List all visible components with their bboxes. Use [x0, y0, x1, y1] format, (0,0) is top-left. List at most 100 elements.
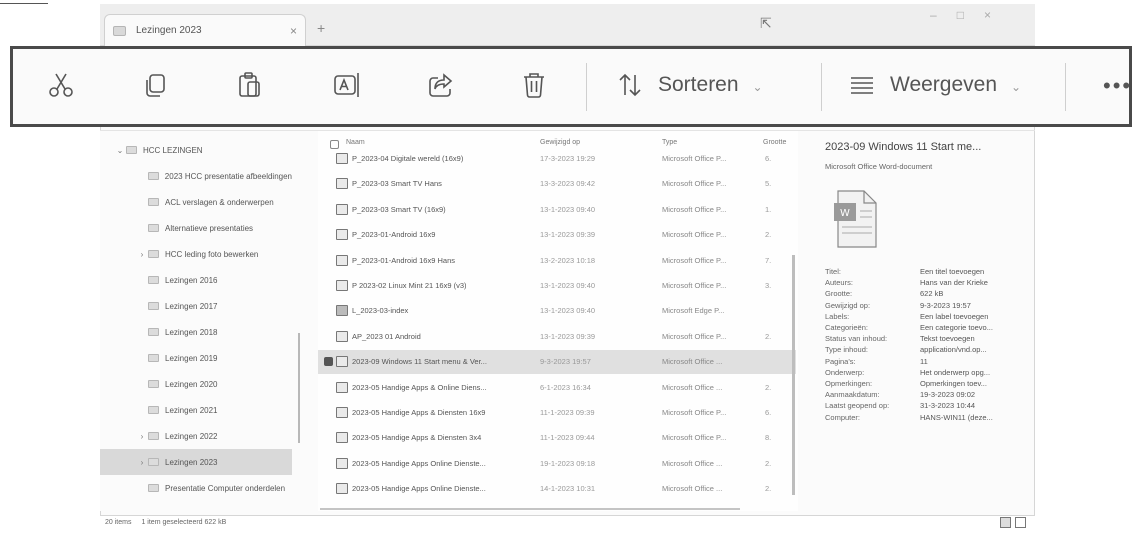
file-name: AP_2023 01 Android [352, 331, 421, 341]
nav-item[interactable]: Lezingen 2017 [100, 293, 292, 319]
minimize-button[interactable]: – [930, 8, 937, 22]
property-value[interactable]: Het onderwerp opg... [920, 368, 990, 377]
property-row: Grootte: 622 kB [825, 289, 1035, 300]
file-type: Microsoft Office ... [662, 382, 723, 392]
nav-item[interactable]: Lezingen 2019 [100, 345, 292, 371]
tiles-view-button[interactable] [1015, 517, 1026, 528]
nav-item[interactable]: Alternatieve presentaties [100, 215, 292, 241]
property-value[interactable]: 11 [920, 357, 928, 366]
property-value[interactable]: Hans van der Krieke [920, 278, 988, 287]
column-date[interactable]: Gewijzigd op [540, 139, 580, 146]
file-type: Microsoft Office ... [662, 484, 723, 494]
property-value[interactable]: 19-3-2023 09:02 [920, 390, 975, 399]
property-value[interactable]: Een label toevoegen [920, 312, 988, 321]
details-view-button[interactable] [1000, 517, 1011, 528]
file-type: Microsoft Office P... [662, 179, 727, 189]
paste-button[interactable] [232, 67, 268, 103]
nav-item[interactable]: Lezingen 2021 [100, 397, 292, 423]
nav-item-label: Lezingen 2019 [165, 353, 218, 363]
tab-lezingen-2023[interactable]: Lezingen 2023 × [104, 14, 306, 46]
sort-label: Sorteren [658, 73, 739, 96]
property-value[interactable]: 9-3-2023 19:57 [920, 301, 971, 310]
expand-chevron-icon[interactable]: › [136, 250, 148, 259]
file-row[interactable]: P_2023-01-Android 16x9 Hans 13-2-2023 10:… [318, 249, 796, 273]
file-size: 2. [765, 331, 772, 341]
property-label: Auteurs: [825, 278, 853, 288]
expand-chevron-icon[interactable]: › [136, 458, 148, 467]
property-value[interactable]: 31-3-2023 10:44 [920, 401, 975, 410]
maximize-button[interactable]: □ [957, 8, 964, 22]
nav-item[interactable]: › HCC leding foto bewerken [100, 241, 292, 267]
horizontal-scrollbar[interactable] [320, 508, 740, 510]
file-row[interactable]: 2023-05 Handige Apps & Online Diens... 6-… [318, 376, 796, 400]
file-type: Microsoft Edge P... [662, 306, 725, 316]
property-value[interactable]: Opmerkingen toev... [920, 379, 987, 388]
office-file-icon [336, 381, 348, 393]
file-row[interactable]: 2023-09 Windows 11 Start menu & Ver... 9-… [318, 350, 796, 375]
property-value[interactable]: application/vnd.op... [920, 345, 987, 354]
file-name: P_2023-01-Android 16x9 Hans [352, 255, 455, 265]
file-name: P_2023-03 Smart TV (16x9) [352, 204, 446, 214]
property-value[interactable]: Een categorie toevo... [920, 323, 993, 332]
property-label: Pagina's: [825, 356, 856, 366]
nav-item[interactable]: › Lezingen 2022 [100, 423, 292, 449]
copy-button[interactable] [137, 67, 173, 103]
nav-item[interactable]: ACL verslagen & onderwerpen [100, 189, 292, 215]
details-pane: 2023-09 Windows 11 Start me... Microsoft… [810, 131, 1030, 511]
column-type[interactable]: Type [662, 139, 677, 146]
tab-close-icon[interactable]: × [290, 24, 297, 38]
window-controls: – □ × [930, 8, 991, 22]
file-size: 6. [765, 408, 772, 417]
property-row: Aanmaakdatum: 19-3-2023 09:02 [825, 390, 1035, 401]
file-row[interactable]: 2023-05 Handige Apps Online Dienste... 14… [318, 477, 796, 501]
folder-icon [148, 302, 159, 310]
more-options-button[interactable]: ••• [1103, 73, 1132, 99]
property-value[interactable]: 622 kB [920, 289, 943, 298]
view-menu-button[interactable]: Weergeven ⌄ [848, 65, 1021, 105]
sort-menu-button[interactable]: Sorteren ⌄ [616, 65, 763, 105]
share-button[interactable] [423, 67, 459, 103]
list-scrollbar[interactable] [792, 255, 795, 495]
property-value[interactable]: Een titel toevoegen [920, 267, 984, 276]
nav-item[interactable]: Lezingen 2018 [100, 319, 292, 345]
row-checkbox[interactable] [324, 357, 333, 367]
file-row[interactable]: AP_2023 01 Android 13-1-2023 09:39 Microso… [318, 325, 796, 349]
column-name[interactable]: Naam [346, 139, 365, 146]
nav-item[interactable]: ⌄ HCC LEZINGEN [100, 137, 292, 163]
nav-item[interactable]: 2023 HCC presentatie afbeeldingen [100, 163, 292, 189]
property-label: Type inhoud: [825, 345, 868, 355]
file-row[interactable]: L_2023-03-index 13-1-2023 09:40 Microsoft … [318, 299, 796, 323]
property-value[interactable]: Tekst toevoegen [920, 334, 975, 343]
expand-chevron-icon[interactable]: › [136, 432, 148, 441]
delete-button[interactable] [516, 67, 552, 103]
rename-button[interactable] [329, 67, 365, 103]
file-row[interactable]: 2023-05 Handige Apps & Diensten 3x4 11-1-… [318, 426, 796, 450]
file-type: Microsoft Office P... [662, 230, 727, 240]
expand-chevron-icon[interactable]: ⌄ [114, 146, 126, 155]
property-label: Gewijzigd op: [825, 300, 871, 310]
nav-scrollbar[interactable] [298, 333, 300, 443]
file-row[interactable]: P_2023-01-Android 16x9 13-1-2023 09:39 Mic… [318, 223, 796, 247]
nav-item[interactable]: Lezingen 2020 [100, 371, 292, 397]
nav-item-label: 2023 HCC presentatie afbeeldingen [164, 171, 292, 181]
file-row[interactable]: 2023-05 Handige Apps & Diensten 16x9 11-1… [318, 401, 796, 425]
file-row[interactable]: P_2023-03 Smart TV (16x9) 13-1-2023 09:40… [318, 198, 796, 222]
nav-item[interactable]: › Lezingen 2023 [100, 449, 292, 475]
property-row: Computer: HANS-WIN11 (deze... [825, 413, 1035, 424]
office-file-icon [336, 457, 348, 469]
nav-item[interactable]: Lezingen 2016 [100, 267, 292, 293]
file-row[interactable]: 2023-05 Handige Apps Online Dienste... 19… [318, 452, 796, 476]
file-row[interactable]: P 2023-02 Linux Mint 21 16x9 (v3) 13-1-20… [318, 274, 796, 298]
property-value[interactable]: HANS-WIN11 (deze... [920, 413, 993, 422]
property-row: Type inhoud: application/vnd.op... [825, 345, 1035, 356]
file-type: Microsoft Office P... [662, 255, 727, 265]
column-size[interactable]: Grootte [763, 139, 786, 146]
nav-item[interactable]: Presentatie Computer onderdelen [100, 475, 292, 501]
file-row[interactable]: P_2023-04 Digitale wereld (16x9) 17-3-202… [318, 147, 796, 171]
file-size: 2. [765, 458, 772, 468]
cut-button[interactable] [43, 67, 79, 103]
file-row[interactable]: P_2023-03 Smart TV Hans 13-3-2023 09:42 Mi… [318, 172, 796, 196]
close-window-button[interactable]: × [984, 8, 991, 22]
folder-icon [148, 250, 159, 258]
new-tab-button[interactable]: + [317, 20, 325, 36]
